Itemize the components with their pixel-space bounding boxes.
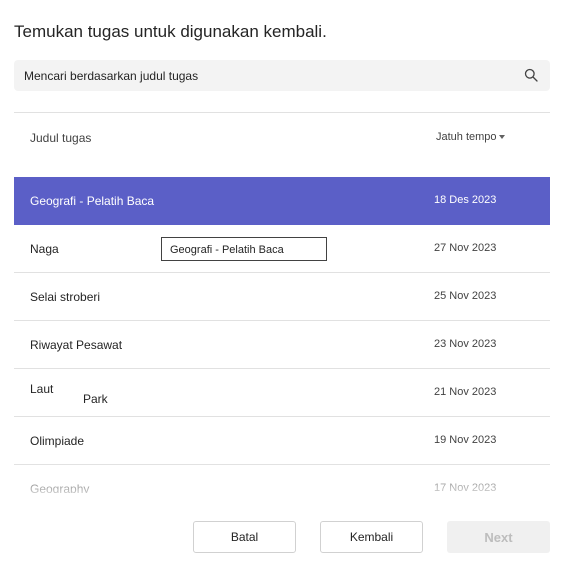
- divider: [14, 112, 550, 113]
- row-due-date: 23 Nov 2023: [434, 338, 497, 350]
- row-title: Laut: [30, 382, 54, 396]
- search-input[interactable]: [24, 60, 504, 91]
- row-due-date: 25 Nov 2023: [434, 290, 497, 302]
- row-title: Riwayat Pesawat: [30, 338, 123, 352]
- row-title-extra: Park: [83, 392, 108, 406]
- table-row[interactable]: Riwayat Pesawat 23 Nov 2023: [14, 321, 550, 369]
- table-row[interactable]: Geografi - Pelatih Baca 18 Des 2023: [14, 177, 550, 225]
- assignment-list[interactable]: Geografi - Pelatih Baca 18 Des 2023 Naga…: [14, 177, 550, 493]
- row-title: Olimpiade: [30, 434, 85, 448]
- column-header-due-label: Jatuh tempo: [436, 131, 497, 143]
- table-row[interactable]: Selai stroberi 25 Nov 2023: [14, 273, 550, 321]
- row-title: Selai stroberi: [30, 290, 101, 304]
- search-box[interactable]: [14, 60, 550, 91]
- tooltip: Geografi - Pelatih Baca: [161, 237, 327, 261]
- back-button[interactable]: Kembali: [320, 521, 423, 553]
- table-row[interactable]: Geography 17 Nov 2023: [14, 465, 550, 493]
- row-due-date: 18 Des 2023: [434, 194, 497, 206]
- row-due-date: 19 Nov 2023: [434, 434, 497, 446]
- next-button[interactable]: Next: [447, 521, 550, 553]
- row-due-date: 17 Nov 2023: [434, 482, 497, 493]
- sort-descending-icon: [498, 135, 505, 139]
- column-header-due[interactable]: Jatuh tempo: [436, 131, 505, 143]
- row-due-date: 21 Nov 2023: [434, 386, 497, 398]
- row-title: Naga: [30, 242, 59, 256]
- row-due-date: 27 Nov 2023: [434, 242, 497, 254]
- cancel-button[interactable]: Batal: [193, 521, 296, 553]
- table-row[interactable]: Laut Park 21 Nov 2023: [14, 369, 550, 417]
- table-row[interactable]: Olimpiade 19 Nov 2023: [14, 417, 550, 465]
- row-title: Geografi - Pelatih Baca: [30, 194, 155, 208]
- row-title: Geography: [30, 482, 90, 493]
- search-icon[interactable]: [524, 68, 538, 82]
- page-title: Temukan tugas untuk digunakan kembali.: [14, 22, 327, 41]
- column-header-title[interactable]: Judul tugas: [30, 131, 91, 145]
